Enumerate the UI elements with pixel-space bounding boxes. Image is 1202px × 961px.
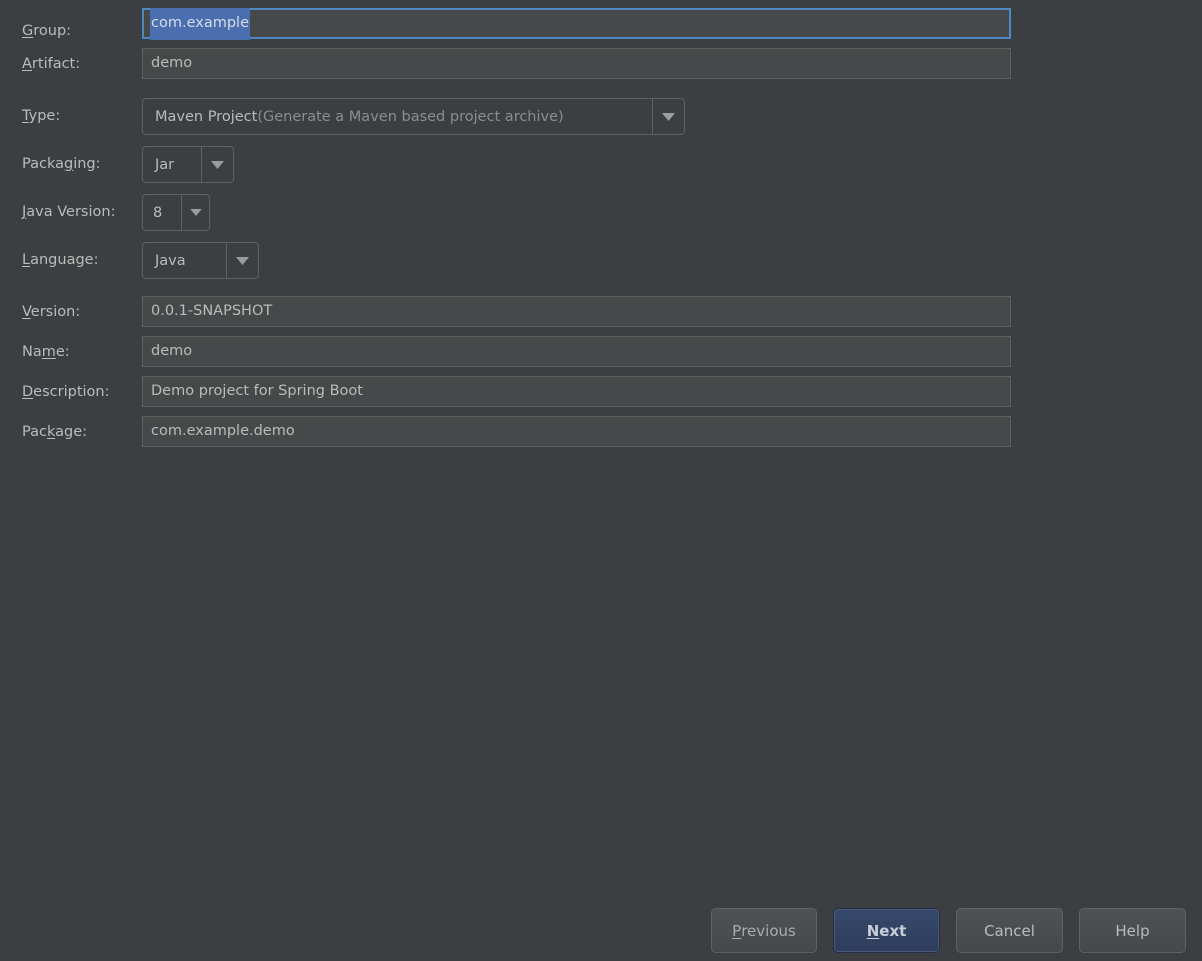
label-description: Description:: [22, 385, 109, 400]
form-row-group: Group: com.example: [0, 8, 1202, 41]
name-input-value: demo: [151, 337, 192, 366]
artifact-input[interactable]: demo: [142, 48, 1011, 79]
label-artifact: Artifact:: [22, 57, 80, 72]
group-input[interactable]: com.example: [142, 8, 1011, 39]
version-input[interactable]: 0.0.1-SNAPSHOT: [142, 296, 1011, 327]
label-packaging: Packaging:: [22, 157, 101, 172]
artifact-input-value: demo: [151, 49, 192, 78]
label-language: Language:: [22, 253, 98, 268]
type-combobox[interactable]: Maven Project (Generate a Maven based pr…: [142, 98, 685, 135]
chevron-down-icon[interactable]: [181, 195, 209, 230]
label-name: Name:: [22, 345, 70, 360]
packaging-combobox[interactable]: Jar: [142, 146, 234, 183]
form-row-description: Description: Demo project for Spring Boo…: [0, 376, 1202, 409]
form-row-language: Language: Java: [0, 242, 1202, 279]
form-row-package: Package: com.example.demo: [0, 416, 1202, 449]
group-input-value: com.example: [150, 8, 250, 40]
chevron-down-icon[interactable]: [226, 243, 258, 278]
name-input[interactable]: demo: [142, 336, 1011, 367]
java-version-combobox-value: 8: [143, 195, 181, 230]
help-button[interactable]: Help: [1079, 908, 1186, 953]
java-version-combobox[interactable]: 8: [142, 194, 210, 231]
form-row-version: Version: 0.0.1-SNAPSHOT: [0, 296, 1202, 329]
chevron-down-icon[interactable]: [201, 147, 233, 182]
cancel-button[interactable]: Cancel: [956, 908, 1063, 953]
description-input-value: Demo project for Spring Boot: [151, 377, 363, 406]
label-group: Group:: [22, 24, 71, 39]
language-combobox[interactable]: Java: [142, 242, 259, 279]
form-row-java-version: Java Version: 8: [0, 194, 1202, 231]
form-row-type: Type: Maven Project (Generate a Maven ba…: [0, 98, 1202, 135]
next-button[interactable]: Next: [833, 908, 940, 953]
label-package: Package:: [22, 425, 87, 440]
previous-button[interactable]: Previous: [711, 908, 817, 953]
dialog-button-bar: Previous Next Cancel Help: [0, 908, 1202, 953]
version-input-value: 0.0.1-SNAPSHOT: [151, 297, 272, 326]
form-row-artifact: Artifact: demo: [0, 48, 1202, 81]
packaging-combobox-value: Jar: [143, 147, 201, 182]
label-type: Type:: [22, 109, 60, 124]
chevron-down-icon[interactable]: [652, 99, 684, 134]
language-combobox-value: Java: [143, 243, 226, 278]
package-input-value: com.example.demo: [151, 417, 295, 446]
label-version: Version:: [22, 305, 80, 320]
description-input[interactable]: Demo project for Spring Boot: [142, 376, 1011, 407]
project-metadata-form: Group: com.example Artifact: demo Type: …: [0, 0, 1202, 470]
type-combobox-value: Maven Project (Generate a Maven based pr…: [143, 99, 652, 134]
label-java-version: Java Version:: [22, 205, 115, 220]
form-row-name: Name: demo: [0, 336, 1202, 369]
package-input[interactable]: com.example.demo: [142, 416, 1011, 447]
form-row-packaging: Packaging: Jar: [0, 146, 1202, 183]
